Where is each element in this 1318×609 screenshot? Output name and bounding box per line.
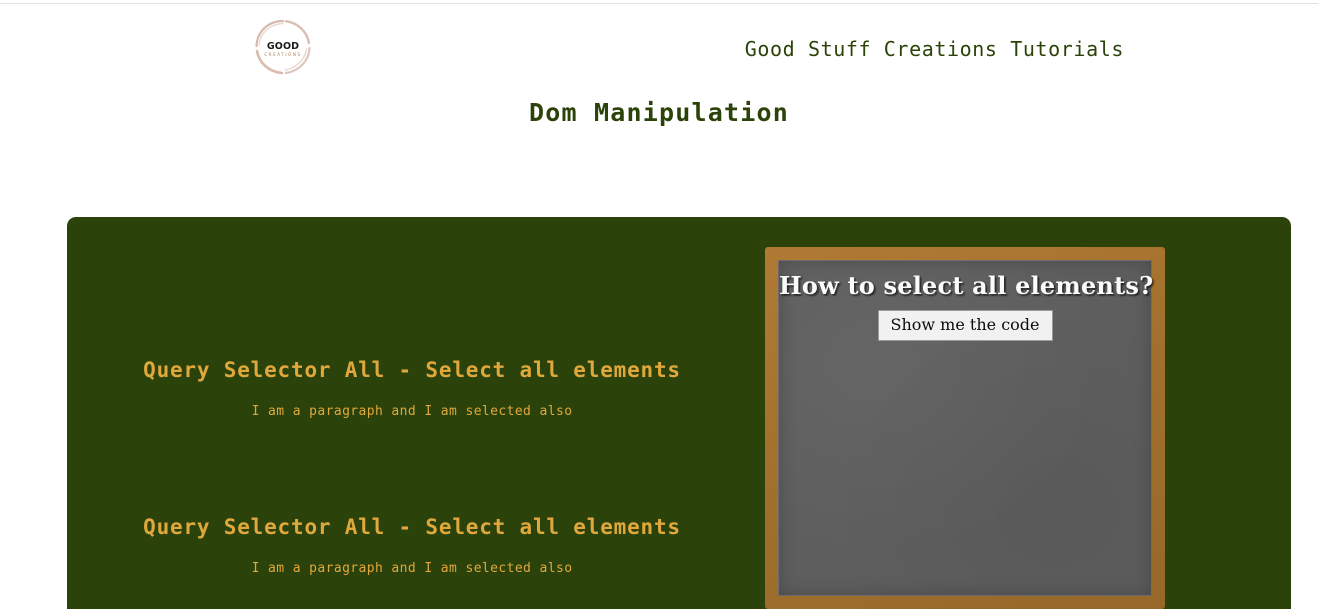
site-header: GOOD S CREATIONS Good Stuff Creations Tu… <box>0 4 1318 82</box>
demo-block-paragraph: I am a paragraph and I am selected also <box>251 404 573 419</box>
chalkboard-surface: How to select all elements? Show me the … <box>778 260 1154 596</box>
show-me-the-code-button[interactable]: Show me the code <box>877 310 1053 342</box>
nav-link-tutorials[interactable]: Tutorials <box>1010 37 1124 61</box>
demo-block-heading: Query Selector All - Select all elements <box>143 358 681 382</box>
chalkboard-frame: How to select all elements? Show me the … <box>765 247 1165 609</box>
brush-circle-logo-icon: GOOD S CREATIONS <box>255 19 311 75</box>
demo-block-heading: Query Selector All - Select all elements <box>143 515 681 539</box>
demo-block-paragraph: I am a paragraph and I am selected also <box>251 561 573 576</box>
nav-link-good-stuff-creations[interactable]: Good Stuff Creations <box>745 37 998 61</box>
chalkboard-title: How to select all elements? <box>779 271 1154 300</box>
page-title: Dom Manipulation <box>528 98 790 127</box>
demo-block: Query Selector All - Select all elements… <box>67 358 757 419</box>
main-navigation[interactable]: Good Stuff Creations Tutorials <box>745 37 1124 61</box>
svg-text:CREATIONS: CREATIONS <box>264 52 301 57</box>
dom-demo-panel: Query Selector All - Select all elements… <box>67 217 1291 609</box>
site-logo[interactable]: GOOD S CREATIONS <box>253 18 313 76</box>
demo-blocks-column: Query Selector All - Select all elements… <box>67 217 757 609</box>
demo-block: Query Selector All - Select all elements… <box>67 515 757 576</box>
